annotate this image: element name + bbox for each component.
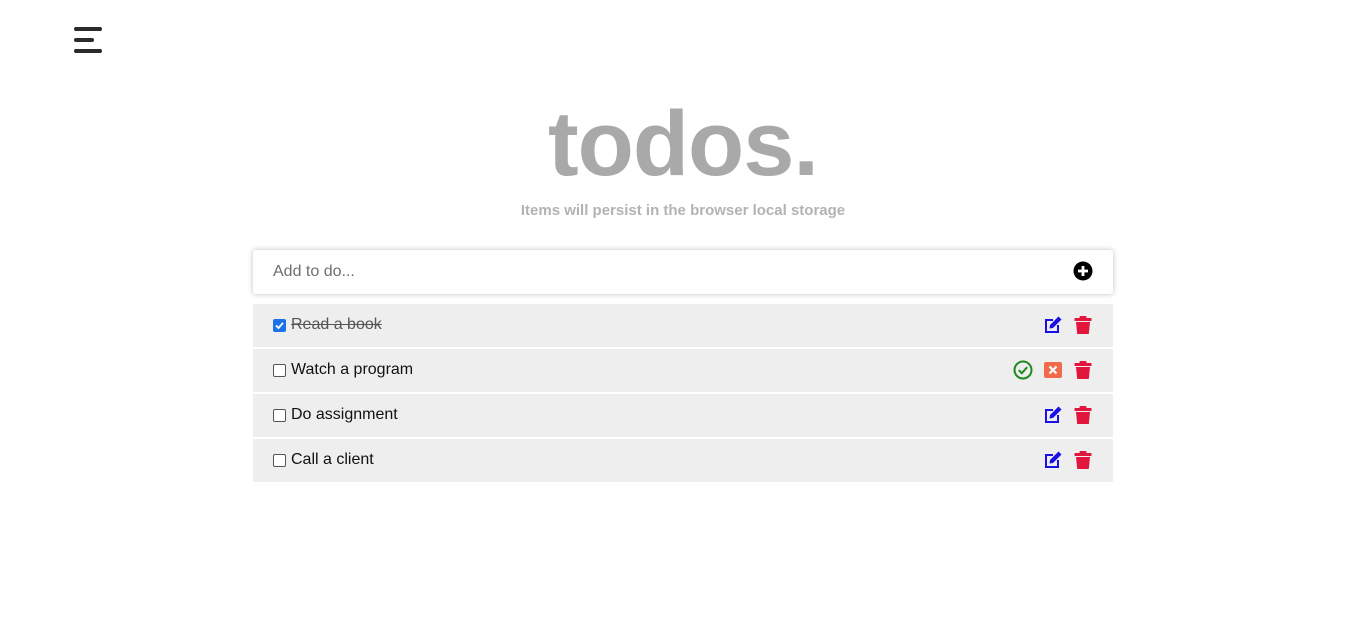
todo-app: todos. Items will persist in the browser… <box>0 0 1366 638</box>
trash-icon[interactable] <box>1073 405 1093 425</box>
check-circle-icon[interactable] <box>1013 360 1033 380</box>
trash-icon[interactable] <box>1073 360 1093 380</box>
todo-label: Read a book <box>291 316 382 333</box>
todo-checkbox[interactable] <box>273 409 286 422</box>
menu-line <box>74 38 94 42</box>
todo-label: Do assignment <box>291 406 398 423</box>
todo-item: Read a book <box>253 304 1113 347</box>
todo-checkbox[interactable] <box>273 319 286 332</box>
menu-line <box>74 49 102 53</box>
plus-circle-icon[interactable] <box>1073 261 1093 281</box>
cancel-icon[interactable] <box>1043 360 1063 380</box>
add-todo-form <box>253 250 1113 294</box>
edit-icon[interactable] <box>1043 450 1063 470</box>
todo-checkbox[interactable] <box>273 454 286 467</box>
todo-item: Call a client <box>253 439 1113 482</box>
add-todo-input[interactable] <box>253 250 1053 294</box>
edit-icon[interactable] <box>1043 315 1063 335</box>
trash-icon[interactable] <box>1073 450 1093 470</box>
trash-icon[interactable] <box>1073 315 1093 335</box>
todo-label: Call a client <box>291 451 374 468</box>
edit-icon[interactable] <box>1043 405 1063 425</box>
todo-list: Read a book Watch a program Do assignmen… <box>253 304 1113 484</box>
page-subtitle: Items will persist in the browser local … <box>520 202 846 219</box>
todo-label: Watch a program <box>291 361 414 378</box>
page-title: todos. <box>548 93 819 195</box>
todo-item: Do assignment <box>253 394 1113 437</box>
hamburger-menu-icon[interactable] <box>72 26 104 54</box>
todo-checkbox[interactable] <box>273 364 286 377</box>
menu-line <box>74 27 102 31</box>
todo-item: Watch a program <box>253 349 1113 392</box>
